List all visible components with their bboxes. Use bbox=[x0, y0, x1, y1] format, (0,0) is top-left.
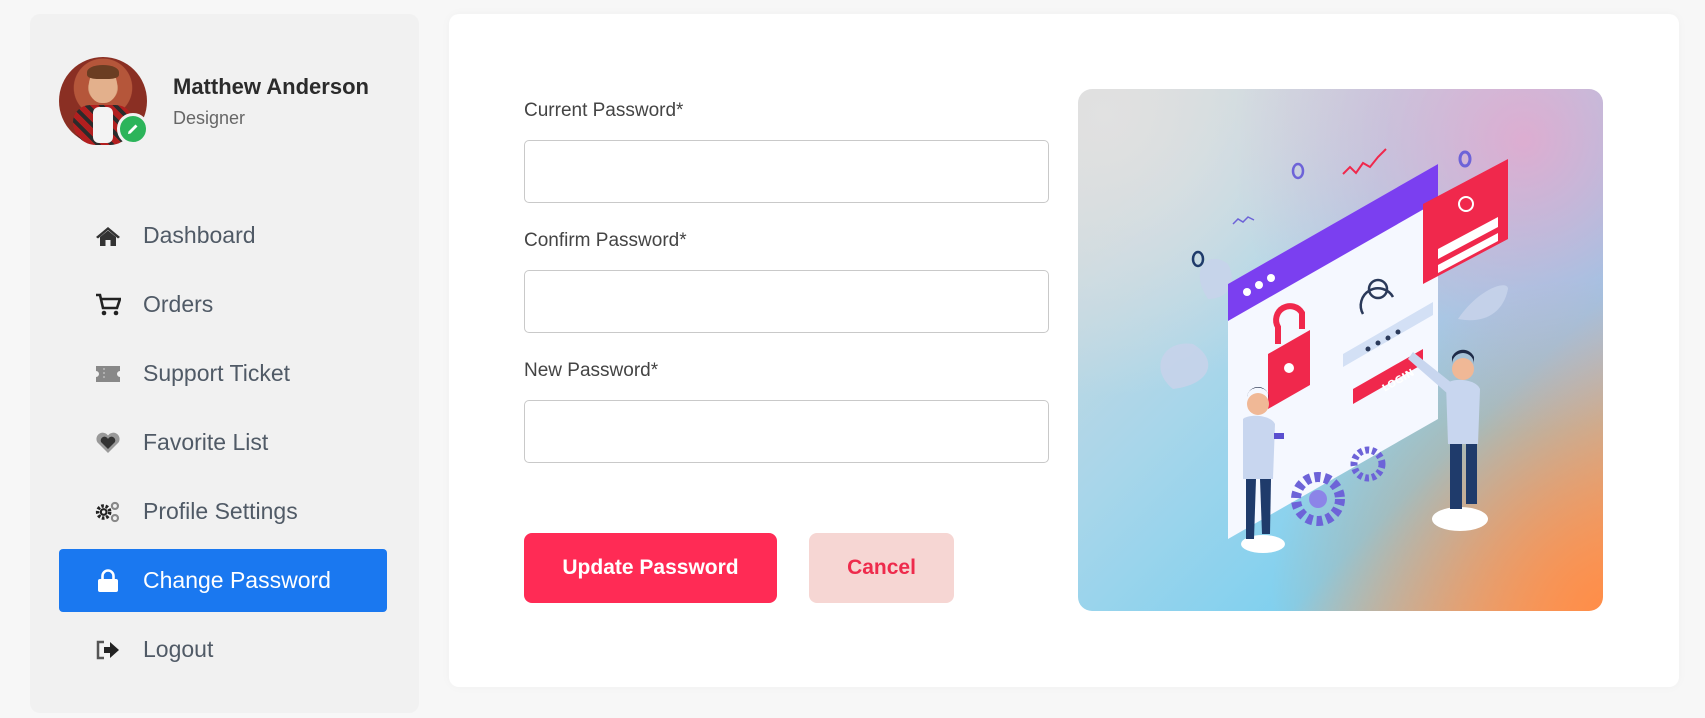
logout-icon bbox=[95, 637, 121, 663]
sidebar-item-label: Support Ticket bbox=[143, 360, 291, 386]
heart-icon bbox=[95, 430, 121, 456]
avatar[interactable] bbox=[59, 57, 149, 145]
avatar-hair bbox=[87, 65, 119, 79]
sidebar-item-support-ticket[interactable]: Support Ticket bbox=[59, 342, 387, 405]
home-icon bbox=[95, 223, 121, 249]
sidebar-item-favorite-list[interactable]: Favorite List bbox=[59, 411, 387, 474]
gears-icon bbox=[95, 499, 121, 525]
profile-name: Matthew Anderson bbox=[173, 73, 369, 99]
login-security-graphic: LOGIN bbox=[1160, 148, 1508, 553]
sidebar-item-label: Profile Settings bbox=[143, 498, 298, 524]
sidebar-menu: Dashboard Orders Support Ticket Favorite… bbox=[59, 204, 387, 687]
ticket-icon bbox=[95, 361, 121, 387]
current-password-label: Current Password* bbox=[524, 100, 684, 121]
sidebar-item-dashboard[interactable]: Dashboard bbox=[59, 204, 387, 267]
new-password-label: New Password* bbox=[524, 360, 659, 381]
confirm-password-input[interactable] bbox=[524, 270, 1049, 333]
avatar-tee bbox=[93, 107, 113, 143]
profile-card: Matthew Anderson Designer bbox=[59, 57, 369, 145]
sidebar-item-profile-settings[interactable]: Profile Settings bbox=[59, 480, 387, 543]
lock-icon bbox=[95, 568, 121, 594]
sidebar-item-label: Dashboard bbox=[143, 222, 256, 248]
profile-role: Designer bbox=[173, 107, 246, 128]
cancel-button[interactable]: Cancel bbox=[809, 533, 954, 603]
security-illustration: LOGIN bbox=[1078, 89, 1603, 611]
sidebar-item-label: Change Password bbox=[143, 567, 331, 593]
form-actions: Update Password Cancel bbox=[524, 533, 954, 603]
sidebar-item-label: Orders bbox=[143, 291, 214, 317]
sidebar-item-label: Favorite List bbox=[143, 429, 269, 455]
profile-text: Matthew Anderson Designer bbox=[173, 74, 369, 129]
sidebar-item-label: Logout bbox=[143, 636, 214, 662]
pencil-icon bbox=[128, 124, 138, 134]
cart-icon bbox=[95, 292, 121, 318]
confirm-password-label: Confirm Password* bbox=[524, 230, 687, 251]
new-password-input[interactable] bbox=[524, 400, 1049, 463]
sidebar-item-change-password[interactable]: Change Password bbox=[59, 549, 387, 612]
sidebar-item-orders[interactable]: Orders bbox=[59, 273, 387, 336]
edit-avatar-button[interactable] bbox=[117, 113, 149, 145]
change-password-panel: Current Password* Confirm Password* New … bbox=[449, 14, 1679, 687]
sidebar-item-logout[interactable]: Logout bbox=[59, 618, 387, 681]
current-password-input[interactable] bbox=[524, 140, 1049, 203]
sidebar: Matthew Anderson Designer Dashboard Orde… bbox=[30, 14, 419, 713]
update-password-button[interactable]: Update Password bbox=[524, 533, 777, 603]
change-password-form: Current Password* Confirm Password* New … bbox=[524, 100, 1049, 490]
